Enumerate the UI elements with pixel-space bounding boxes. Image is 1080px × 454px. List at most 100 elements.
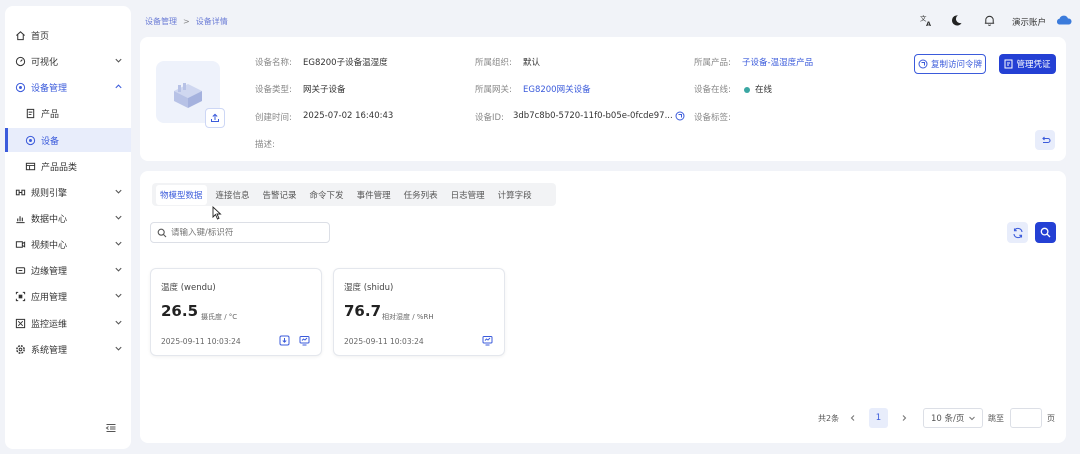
sidebar-item-label: 产品品类 <box>41 162 78 173</box>
tab-connection-info[interactable]: 连接信息 <box>216 189 250 201</box>
copy-token-label: 复制访问令牌 <box>930 60 982 70</box>
copy-icon <box>918 59 928 69</box>
bell-icon[interactable] <box>983 14 996 27</box>
sidebar-item-data-center[interactable]: 数据中心 <box>5 207 131 229</box>
sidebar-item-system-management[interactable]: 系统管理 <box>5 338 131 360</box>
sidebar-item-product[interactable]: 产品 <box>5 102 131 124</box>
gateway-link[interactable]: EG8200网关设备 <box>523 83 591 95</box>
sidebar-item-edge-management[interactable]: 边缘管理 <box>5 259 131 281</box>
user-name[interactable]: 演示账户 <box>1012 16 1046 28</box>
rule-icon <box>15 187 26 198</box>
translate-icon[interactable]: 文A <box>920 14 933 27</box>
created-time-value: 2025-07-02 16:40:43 <box>303 111 394 121</box>
device-type-value: 网关子设备 <box>303 85 346 95</box>
created-time-label: 创建时间: <box>255 113 292 123</box>
collapse-sidebar-icon[interactable] <box>105 422 117 434</box>
page-size-select[interactable]: 10 条/页 <box>923 408 983 428</box>
sidebar-item-label: 规则引擎 <box>31 188 68 199</box>
sidebar-item-visualization[interactable]: 可视化 <box>5 50 131 72</box>
property-name: 温度 (wendu) <box>161 283 216 293</box>
online-status-dot <box>744 86 750 93</box>
search-input[interactable] <box>171 227 321 238</box>
device-name-label: 设备名称: <box>255 58 292 68</box>
sidebar-item-label: 设备 <box>41 136 60 147</box>
tab-thing-model-data[interactable]: 物模型数据 <box>156 184 207 205</box>
tab-log-management[interactable]: 日志管理 <box>451 189 485 201</box>
sidebar-item-label: 监控运维 <box>31 319 68 330</box>
upload-image-button[interactable] <box>205 108 225 128</box>
chevron-down-icon <box>115 293 122 298</box>
chevron-down-icon <box>115 346 122 351</box>
chevron-down-icon <box>115 215 122 220</box>
credential-icon <box>1004 59 1013 69</box>
tab-alarm-records[interactable]: 告警记录 <box>263 189 297 201</box>
cloud-icon[interactable] <box>1056 14 1072 27</box>
sidebar-item-label: 应用管理 <box>31 292 68 303</box>
chevron-down-icon <box>115 241 122 246</box>
dark-mode-icon[interactable] <box>950 14 963 27</box>
page-number-current[interactable]: 1 <box>869 408 888 428</box>
breadcrumb-item-device-management[interactable]: 设备管理 <box>145 16 177 27</box>
online-status-text: 在线 <box>755 85 773 95</box>
copy-id-icon[interactable] <box>675 111 685 121</box>
category-icon <box>25 161 36 172</box>
property-unit: 摄氏度 / °C <box>201 313 238 321</box>
tab-computed-fields[interactable]: 计算字段 <box>498 189 532 201</box>
chevron-up-icon <box>115 84 122 89</box>
product-icon <box>25 108 36 119</box>
tab-task-list[interactable]: 任务列表 <box>404 189 438 201</box>
org-value: 默认 <box>523 58 541 68</box>
sidebar-item-monitoring[interactable]: 监控运维 <box>5 312 131 334</box>
chevron-down-icon <box>115 267 122 272</box>
sidebar-item-device-management[interactable]: 设备管理 <box>5 76 131 98</box>
sidebar-item-product-category[interactable]: 产品品类 <box>5 155 131 177</box>
sidebar-item-app-management[interactable]: 应用管理 <box>5 285 131 307</box>
sidebar-item-label: 可视化 <box>31 57 59 68</box>
prev-page-icon[interactable] <box>849 414 857 422</box>
pagination-total: 共2条 <box>818 413 840 423</box>
video-icon <box>15 239 26 250</box>
search-field <box>150 222 330 243</box>
search-icon <box>157 228 167 237</box>
copy-token-button[interactable]: 复制访问令牌 <box>914 54 986 74</box>
chevron-down-icon <box>115 58 122 63</box>
history-chart-icon[interactable] <box>482 335 493 346</box>
property-time: 2025-09-11 10:03:24 <box>161 337 241 346</box>
sidebar: 首页 可视化 设备管理 产品 设备 产品品类 规则引擎 数据中心 视频中心 边缘 <box>5 6 131 449</box>
manage-credentials-button[interactable]: 管理凭证 <box>999 54 1056 74</box>
edge-icon <box>15 265 26 276</box>
next-page-icon[interactable] <box>900 414 908 422</box>
jump-label: 跳至 <box>988 413 1004 423</box>
tab-event-management[interactable]: 事件管理 <box>357 189 391 201</box>
dashboard-icon <box>15 56 26 67</box>
sidebar-item-device[interactable]: 设备 <box>5 128 131 152</box>
search-icon <box>1040 227 1051 238</box>
sidebar-item-home[interactable]: 首页 <box>5 24 131 46</box>
device-info-card: 设备名称: EG8200子设备温湿度 设备类型: 网关子设备 创建时间: 202… <box>140 37 1066 161</box>
jump-page-input[interactable] <box>1010 408 1042 428</box>
product-link[interactable]: 子设备-温湿度产品 <box>742 56 813 68</box>
tab-command-dispatch[interactable]: 命令下发 <box>310 189 344 201</box>
download-icon[interactable] <box>279 335 290 346</box>
top-header: 设备管理 > 设备详情 文A 演示账户 <box>140 8 1075 34</box>
mouse-cursor-icon <box>212 206 222 220</box>
property-card: 温度 (wendu) 26.5 摄氏度 / °C 2025-09-11 10:0… <box>150 268 322 356</box>
breadcrumb-separator: > <box>183 17 190 26</box>
property-card: 湿度 (shidu) 76.7 相对湿度 / %RH 2025-09-11 10… <box>333 268 505 356</box>
description-label: 描述: <box>255 140 275 150</box>
back-button[interactable] <box>1035 130 1055 150</box>
device-name-value: EG8200子设备温湿度 <box>303 58 388 68</box>
breadcrumb: 设备管理 > 设备详情 <box>145 16 228 27</box>
monitor-icon <box>15 318 26 329</box>
property-time: 2025-09-11 10:03:24 <box>344 337 424 346</box>
history-chart-icon[interactable] <box>299 335 310 346</box>
search-button[interactable] <box>1035 222 1056 243</box>
chart-icon <box>15 213 26 224</box>
refresh-button[interactable] <box>1007 222 1028 243</box>
sidebar-item-video-center[interactable]: 视频中心 <box>5 233 131 255</box>
page-size-value: 10 条/页 <box>931 414 965 424</box>
sidebar-item-rule-engine[interactable]: 规则引擎 <box>5 181 131 203</box>
gateway-label: 所属网关: <box>475 85 512 95</box>
sidebar-item-label: 数据中心 <box>31 214 68 225</box>
org-label: 所属组织: <box>475 58 512 68</box>
